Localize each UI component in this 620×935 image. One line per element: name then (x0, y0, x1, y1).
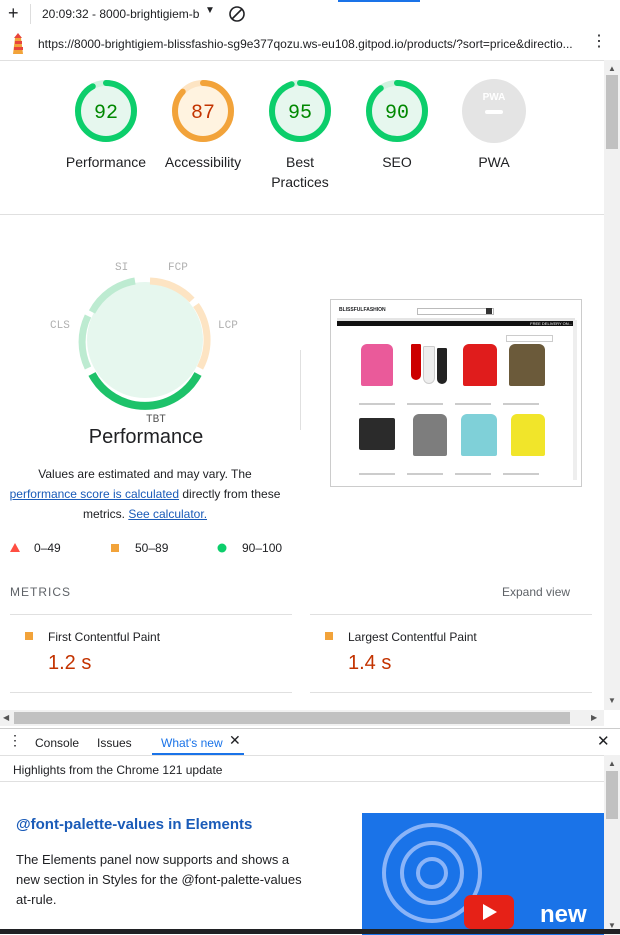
lcp-square-icon (325, 632, 333, 640)
product-yellow-tshirt (511, 414, 545, 456)
product-shorts (359, 418, 395, 450)
gauge-ring: PWA (462, 79, 526, 143)
block-icon[interactable] (228, 5, 246, 23)
gauge-score: 95 (288, 102, 312, 125)
new-tab-icon[interactable]: + (8, 3, 19, 23)
gauge-pwa[interactable]: PWA PWA (444, 78, 544, 172)
gauge-score: 92 (94, 102, 118, 125)
horizontal-scrollbar[interactable]: ◀ ▶ (0, 710, 604, 726)
url-text[interactable]: https://8000-brightigiem-blissfashio-sg9… (38, 37, 578, 51)
si-label: SI (115, 262, 128, 274)
fail-triangle-icon (10, 543, 20, 552)
fcp-square-icon (25, 632, 33, 640)
main-scrollbar-thumb[interactable] (606, 75, 618, 149)
gauge-ring: 90 (366, 80, 428, 142)
gauge-label: SEO (382, 154, 412, 170)
product-socks (409, 344, 453, 386)
lcp-title: Largest Contentful Paint (348, 630, 477, 644)
legend-average: 50–89 (135, 541, 169, 555)
gauge-performance[interactable]: 92 Performance (56, 78, 156, 172)
lighthouse-report: 92 Performance 87 Accessibility 95 Best Pract… (0, 60, 604, 710)
score-calculated-link[interactable]: performance score is calculated (10, 487, 179, 501)
product-camo-tshirt (509, 344, 545, 386)
pass-circle-icon (217, 543, 227, 553)
tab-console[interactable]: Console (35, 736, 79, 750)
gauge-score: 87 (191, 102, 215, 125)
see-calculator-link[interactable]: See calculator. (128, 507, 207, 521)
gauge-seo[interactable]: 90 SEO (347, 78, 447, 172)
gauge-label: Accessibility (164, 154, 242, 170)
fcp-value: 1.2 s (48, 652, 92, 674)
metrics-heading: METRICS (10, 585, 71, 599)
lcp-value: 1.4 s (348, 652, 392, 674)
perf-description: Values are estimated and may vary. The p… (9, 467, 281, 521)
article-title[interactable]: @font-palette-values in Elements (16, 816, 252, 833)
close-drawer-icon[interactable]: ✕ (597, 732, 610, 750)
site-banner: FREE DELIVERY ON... (337, 321, 575, 326)
site-search (417, 308, 494, 315)
highlights-heading: Highlights from the Chrome 121 update (13, 763, 223, 777)
gauge-ring: 87 (172, 80, 234, 142)
horizontal-scrollbar-thumb[interactable] (14, 712, 570, 724)
drawer-menu-icon[interactable]: ⋮ (8, 732, 22, 749)
main-scrollbar[interactable]: ▲ ▼ (604, 60, 620, 710)
gauge-score: 90 (385, 102, 409, 125)
play-button-icon[interactable] (464, 895, 514, 929)
performance-metrics-gauge: SI FCP LCP CLS TBT (50, 262, 238, 426)
fcp-title: First Contentful Paint (48, 630, 161, 644)
gauge-accessibility[interactable]: 87 Accessibility (153, 78, 253, 172)
gauge-ring: 92 (75, 80, 137, 142)
legend-pass: 90–100 (242, 541, 283, 555)
tab-whats-new[interactable]: What's new (161, 736, 223, 750)
lighthouse-icon (13, 33, 23, 54)
pwa-icon: PWA (483, 92, 506, 103)
tab-dropdown-icon[interactable]: ▼ (205, 5, 215, 16)
tbt-label: TBT (146, 414, 166, 426)
cls-label: CLS (50, 320, 70, 332)
close-tab-icon[interactable]: ✕ (229, 732, 241, 749)
gauge-label: Performance (65, 154, 147, 170)
product-pink-tshirt (361, 344, 393, 386)
performance-title: Performance (88, 426, 204, 448)
drawer-scrollbar[interactable]: ▲ ▼ (604, 755, 620, 935)
score-legend: 0–49 50–89 90–100 (10, 541, 300, 557)
product-red-tshirt (463, 344, 497, 386)
video-text: new (540, 901, 587, 928)
gauge-ring: 95 (269, 80, 331, 142)
devtools-drawer: ⋮ Console Issues What's new ✕ ✕ Highligh… (0, 728, 620, 935)
expand-view-toggle[interactable]: Expand view (502, 585, 570, 599)
kebab-menu-icon[interactable]: ⋮ (591, 33, 607, 51)
gauge-label: Best Practices (271, 154, 329, 190)
video-thumbnail[interactable]: new (362, 813, 604, 935)
lcp-label: LCP (218, 320, 238, 332)
legend-fail: 0–49 (34, 541, 61, 555)
address-bar: https://8000-brightigiem-blissfashio-sg9… (0, 28, 620, 61)
tab-issues[interactable]: Issues (97, 736, 132, 750)
final-screenshot[interactable]: BLISSFULFASHION FREE DELIVERY ON... (330, 299, 582, 487)
drawer-tabbar: ⋮ Console Issues What's new ✕ ✕ (0, 729, 620, 756)
article-body: The Elements panel now supports and show… (16, 852, 302, 907)
average-square-icon (111, 544, 119, 552)
site-brand: BLISSFULFASHION (339, 307, 386, 313)
drawer-scrollbar-thumb[interactable] (606, 771, 618, 819)
tab-title[interactable]: 20:09:32 - 8000-brightigiem-b (42, 7, 199, 21)
fcp-label: FCP (168, 262, 188, 274)
product-shark-tshirt (461, 414, 497, 456)
gauge-best-practices[interactable]: 95 Best Practices (250, 78, 350, 192)
browser-tab-bar: + 20:09:32 - 8000-brightigiem-b ▼ (0, 0, 620, 29)
site-search-button (486, 308, 492, 314)
gauge-label: PWA (478, 154, 510, 170)
product-grey-tshirt (413, 414, 447, 456)
